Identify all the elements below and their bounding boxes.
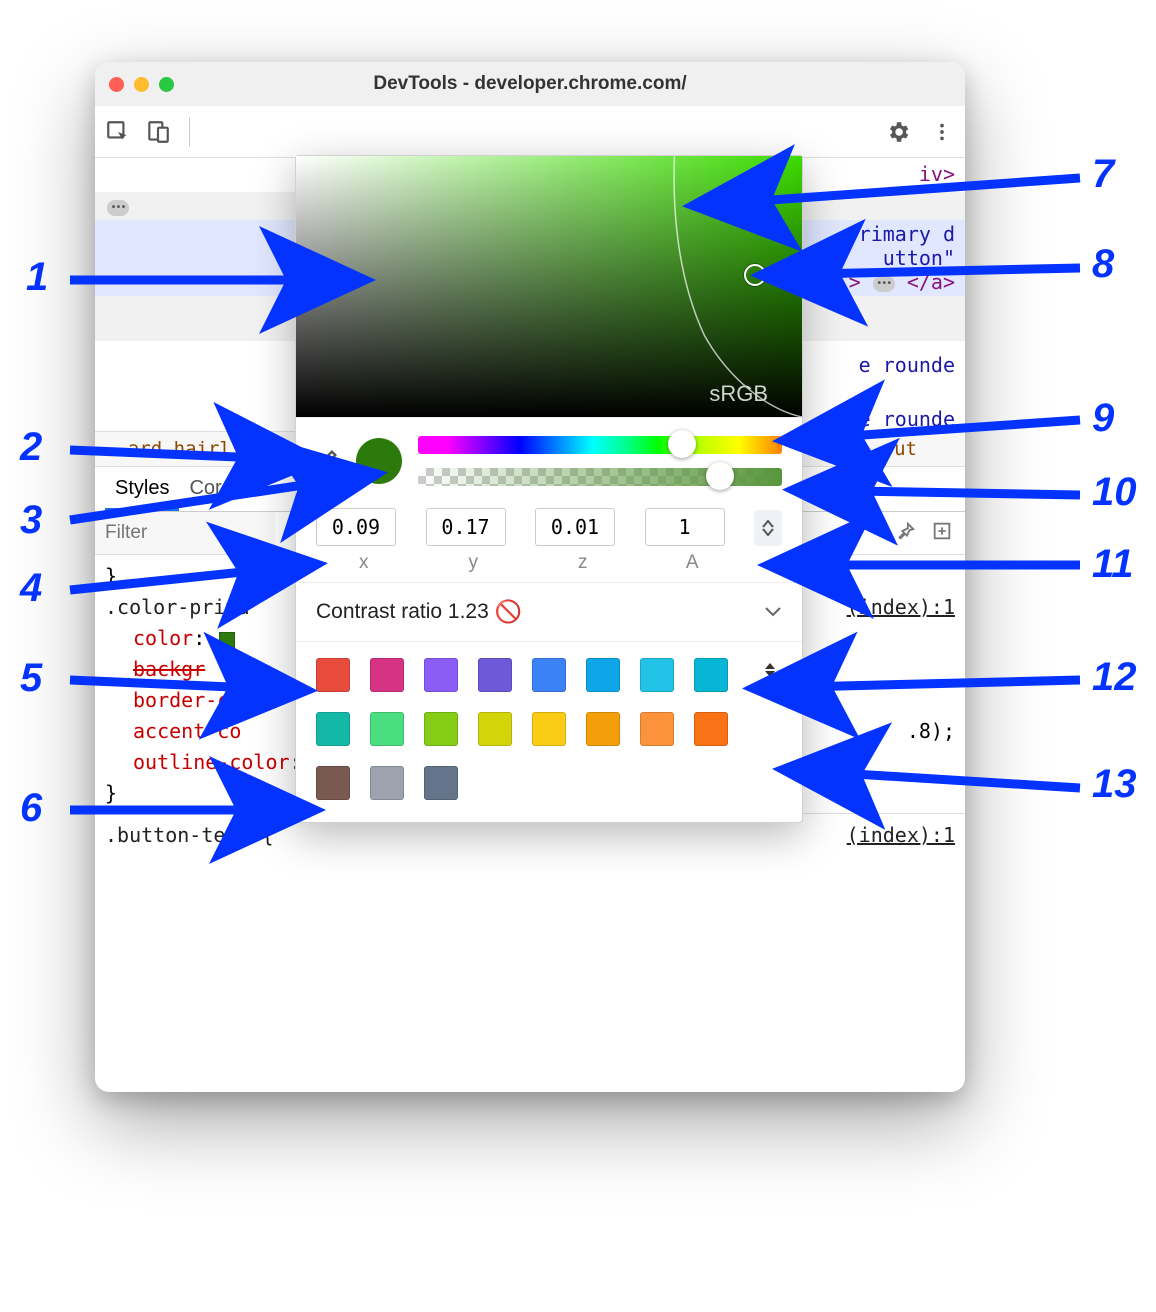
- rule-source-link[interactable]: (index):1: [847, 592, 955, 623]
- window-traffic-lights: [109, 77, 174, 92]
- toolbar-divider: [189, 117, 190, 147]
- hue-slider[interactable]: [418, 436, 782, 454]
- palette-switcher[interactable]: [764, 662, 782, 804]
- contrast-label: Contrast ratio: [316, 600, 442, 624]
- value-label: z: [535, 552, 631, 574]
- palette-swatch[interactable]: [316, 658, 350, 692]
- palette-section: [296, 642, 802, 822]
- palette-swatch[interactable]: [694, 658, 728, 692]
- palette-swatch[interactable]: [424, 766, 458, 800]
- value-a-input[interactable]: 1: [645, 508, 725, 546]
- value-label: y: [426, 552, 522, 574]
- palette-swatch[interactable]: [478, 712, 512, 746]
- window-title: DevTools - developer.chrome.com/: [95, 73, 965, 95]
- settings-gear-icon[interactable]: [885, 119, 911, 145]
- device-toggle-icon[interactable]: [145, 119, 171, 145]
- palette-swatch[interactable]: [640, 712, 674, 746]
- devtools-toolbar: [95, 106, 965, 158]
- palette-swatch[interactable]: [532, 658, 566, 692]
- srgb-label: sRGB: [709, 381, 768, 407]
- color-value-inputs: 0.09 x 0.17 y 0.01 z 1 A: [296, 494, 802, 582]
- close-tag: </a>: [907, 270, 955, 294]
- value-z-input[interactable]: 0.01: [535, 508, 615, 546]
- pin-icon[interactable]: [895, 520, 917, 547]
- palette-swatch[interactable]: [370, 766, 404, 800]
- value-y-input[interactable]: 0.17: [426, 508, 506, 546]
- palette-swatch[interactable]: [640, 658, 674, 692]
- css-prop-accent-color[interactable]: accent-co: [133, 719, 241, 743]
- shade-selector[interactable]: sRGB: [296, 156, 802, 418]
- alpha-slider[interactable]: [418, 468, 782, 486]
- value-x-input[interactable]: 0.09: [316, 508, 396, 546]
- contrast-ratio-row[interactable]: Contrast ratio 1.23 🚫: [296, 582, 802, 642]
- palette-swatch[interactable]: [586, 712, 620, 746]
- shade-cursor[interactable]: [744, 264, 766, 286]
- css-value: .8);: [907, 719, 955, 743]
- tab-styles[interactable]: Styles: [105, 467, 179, 511]
- css-prop-outline-color[interactable]: outline-color: [133, 750, 290, 774]
- css-prop-border-color[interactable]: border-co: [133, 688, 241, 712]
- palette-swatch[interactable]: [370, 658, 404, 692]
- rule-source-link[interactable]: (index):1: [847, 820, 955, 851]
- palette-swatch[interactable]: [478, 658, 512, 692]
- new-style-icon[interactable]: [931, 520, 953, 547]
- inspect-element-icon[interactable]: [105, 119, 131, 145]
- srgb-gamut-line: [296, 156, 802, 417]
- palette-swatch[interactable]: [316, 712, 350, 746]
- tag-close: >: [849, 270, 861, 294]
- attr-fragment: rimary d: [859, 222, 955, 246]
- palette-swatch[interactable]: [532, 712, 566, 746]
- palette-swatch[interactable]: [370, 712, 404, 746]
- css-prop-color[interactable]: color: [133, 626, 193, 650]
- styles-filter-input[interactable]: [95, 512, 275, 554]
- window-titlebar: DevTools - developer.chrome.com/: [95, 62, 965, 106]
- window-minimize-button[interactable]: [134, 77, 149, 92]
- contrast-fail-icon: 🚫: [495, 599, 522, 625]
- breadcrumb-ellipsis: …: [105, 438, 116, 460]
- devtools-window: DevTools - developer.chrome.com/ iv>: [95, 62, 965, 1092]
- attr-fragment: utton": [883, 246, 955, 270]
- current-color-preview: [356, 438, 402, 484]
- palette-grid: [316, 658, 732, 804]
- tab-computed[interactable]: Cor: [179, 467, 231, 511]
- color-swatch[interactable]: [219, 632, 235, 648]
- value-label: A: [645, 552, 741, 574]
- value-label: x: [316, 552, 412, 574]
- css-prop-background[interactable]: backgr: [133, 657, 205, 681]
- contrast-expand-icon[interactable]: [764, 600, 782, 624]
- palette-swatch[interactable]: [424, 658, 458, 692]
- eyedropper-button[interactable]: [312, 447, 340, 475]
- palette-swatch[interactable]: [586, 658, 620, 692]
- palette-swatch[interactable]: [694, 712, 728, 746]
- palette-swatch[interactable]: [424, 712, 458, 746]
- more-menu-icon[interactable]: [929, 119, 955, 145]
- breadcrumb-selector: ard.hairlin: [128, 438, 254, 460]
- css-selector[interactable]: .color-prima: [105, 595, 250, 619]
- breadcrumb-right: out: [883, 438, 917, 460]
- color-format-switcher[interactable]: [754, 510, 782, 546]
- palette-swatch[interactable]: [316, 766, 350, 800]
- color-picker-popup: sRGB 0.09x 0.17y 0.01z 1A Contrast rati: [295, 155, 803, 823]
- contrast-value: 1.23: [448, 600, 489, 624]
- window-zoom-button[interactable]: [159, 77, 174, 92]
- css-selector[interactable]: .button-text {: [105, 823, 274, 847]
- ellipsis-badge[interactable]: [873, 276, 895, 292]
- window-close-button[interactable]: [109, 77, 124, 92]
